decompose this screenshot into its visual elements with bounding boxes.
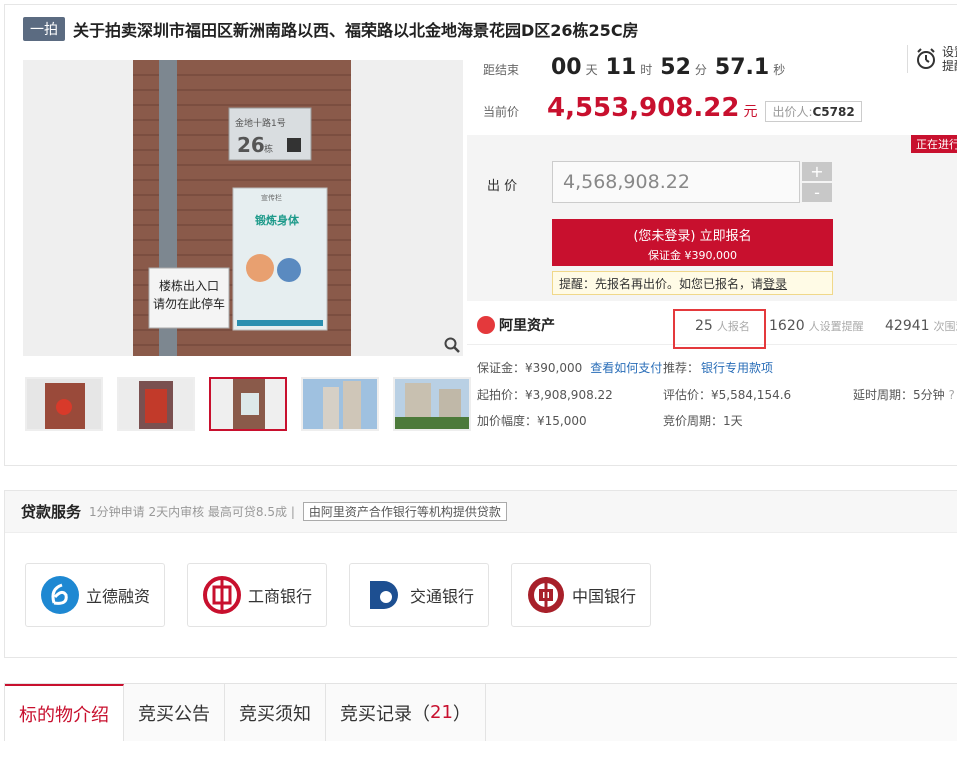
decrease-bid-button[interactable]: - xyxy=(802,183,832,202)
signup-count-highlight xyxy=(673,309,766,349)
svg-text:金地十路1号: 金地十路1号 xyxy=(235,117,286,129)
thumbnail-1[interactable] xyxy=(25,377,103,431)
current-price-row: 当前价 4,553,908.22 元 出价人:C5782 xyxy=(483,93,862,123)
bank-fund-link[interactable]: 银行专用款项 xyxy=(701,361,773,375)
loan-subtitle: 1分钟申请 2天内审核 最高可贷8.5成 | xyxy=(89,505,295,519)
set-reminder-button[interactable]: 设置 提醒 xyxy=(907,45,957,73)
signup-hint: 提醒：先报名再出价。如您已报名，请登录 xyxy=(552,271,833,295)
delay-period: 延时周期：5分钟 ? xyxy=(853,388,955,402)
bank-lide[interactable]: 立德融资 xyxy=(25,563,165,627)
loan-service-section: 贷款服务 1分钟申请 2天内审核 最高可贷8.5成 | 由阿里资产合作银行等机构… xyxy=(4,490,957,658)
countdown-days: 00 xyxy=(551,55,582,80)
bidder-badge: 出价人:C5782 xyxy=(765,101,862,122)
platform-brand: 阿里资产 xyxy=(477,315,555,335)
auction-info-panel: 距结束 00天 11时 52分 57.1秒 设置 提醒 当前价 4,553,90… xyxy=(467,5,957,467)
bank-name: 交通银行 xyxy=(409,587,474,606)
start-price: 起拍价：¥3,908,908.22 xyxy=(477,388,613,402)
tab-auction-notice[interactable]: 竞买公告 xyxy=(124,684,225,741)
reminder-label-1: 设置 xyxy=(942,45,957,59)
tab-auction-rules[interactable]: 竞买须知 xyxy=(225,684,326,741)
minutes-unit: 分 xyxy=(694,63,707,77)
bid-cycle: 竞价周期：1天 xyxy=(663,414,743,428)
main-photo[interactable]: 金地十路1号 26 栋 宣传栏 锻炼身体 楼栋出入口 请勿在此停车 xyxy=(23,60,463,356)
bid-record-count: 21 xyxy=(430,702,453,723)
tab-item-intro[interactable]: 标的物介绍 xyxy=(5,684,124,741)
thumbnail-4[interactable] xyxy=(301,377,379,431)
bocom-logo-icon xyxy=(369,581,398,609)
price-unit: 元 xyxy=(743,104,758,120)
thumbnail-3-active[interactable] xyxy=(209,377,287,431)
bank-boc[interactable]: 中国银行 xyxy=(511,563,651,627)
login-link[interactable]: 登录 xyxy=(763,277,787,291)
icbc-logo-icon xyxy=(202,576,241,614)
bank-icbc[interactable]: 工商银行 xyxy=(187,563,327,627)
auction-round-tag: 一拍 xyxy=(23,17,65,41)
garden-thumbnail-icon xyxy=(395,379,469,429)
thumbnail-2[interactable] xyxy=(117,377,195,431)
bid-area: 正在进行 出 价 + - (您未登录) 立即报名 保证金 ¥390,000 提醒… xyxy=(467,135,957,301)
hours-unit: 时 xyxy=(640,63,653,77)
appraisal-price: 评估价：¥5,584,154.6 xyxy=(663,388,792,402)
help-icon[interactable]: ? xyxy=(948,388,954,402)
bank-name: 工商银行 xyxy=(247,587,312,606)
signup-deposit-label: 保证金 ¥390,000 xyxy=(648,249,737,262)
current-price-value: 4,553,908.22 xyxy=(547,93,740,123)
recommend-info: 推荐： 银行专用款项 xyxy=(663,361,774,375)
signup-button-label: (您未登录) 立即报名 xyxy=(633,229,752,244)
entrance-thumbnail-icon xyxy=(119,379,193,429)
reminder-count: 1620 人设置提醒 xyxy=(769,318,864,334)
reminder-label-2: 提醒 xyxy=(942,59,957,73)
wall-sign-thumbnail-icon xyxy=(211,379,285,429)
svg-text:宣传栏: 宣传栏 xyxy=(261,193,282,202)
alarm-clock-icon xyxy=(917,48,935,69)
thumbnail-strip xyxy=(25,377,471,431)
bank-name: 立德融资 xyxy=(85,587,150,606)
increment: 加价幅度：¥15,000 xyxy=(477,414,587,428)
svg-text:栋: 栋 xyxy=(264,143,273,155)
days-unit: 天 xyxy=(585,63,598,77)
countdown-hours: 11 xyxy=(605,55,637,80)
loan-title: 贷款服务 xyxy=(21,503,82,521)
zoom-icon[interactable] xyxy=(443,336,461,354)
current-price-label: 当前价 xyxy=(483,105,520,119)
ali-assets-logo-icon xyxy=(477,316,495,334)
svg-text:楼栋出入口: 楼栋出入口 xyxy=(159,278,219,293)
thumbnail-5[interactable] xyxy=(393,377,471,431)
bid-label: 出 价 xyxy=(487,179,518,194)
platform-name: 阿里资产 xyxy=(499,318,555,334)
bid-stepper: + - xyxy=(802,162,832,204)
increase-bid-button[interactable]: + xyxy=(802,162,832,181)
auction-card: 一拍 关于拍卖深圳市福田区新洲南路以西、福荣路以北金地海景花园D区26栋25C房… xyxy=(4,4,957,466)
bid-amount-input[interactable] xyxy=(552,161,800,203)
lobby-thumbnail-icon xyxy=(27,379,101,429)
status-badge: 正在进行 xyxy=(911,135,957,153)
tower-thumbnail-icon xyxy=(303,379,377,429)
boc-logo-icon xyxy=(527,577,564,613)
how-to-pay-link[interactable]: 查看如何支付 xyxy=(590,361,662,375)
view-count: 42941次围观 xyxy=(885,318,957,334)
bank-name: 中国银行 xyxy=(571,587,636,606)
deposit-info: 保证金：¥390,000 查看如何支付 xyxy=(477,361,663,375)
bank-list: 立德融资 工商银行 交通银行 中国银行 xyxy=(25,563,651,627)
countdown: 距结束 00 天 11 时 52 分 57.1 秒 xyxy=(483,55,789,80)
svg-text:26: 26 xyxy=(237,133,265,157)
seconds-unit: 秒 xyxy=(773,63,786,77)
signup-button[interactable]: (您未登录) 立即报名 保证金 ¥390,000 xyxy=(552,219,833,266)
building-photo: 金地十路1号 26 栋 宣传栏 锻炼身体 楼栋出入口 请勿在此停车 xyxy=(133,60,351,356)
bank-bocom[interactable]: 交通银行 xyxy=(349,563,489,627)
loan-header: 贷款服务 1分钟申请 2天内审核 最高可贷8.5成 | 由阿里资产合作银行等机构… xyxy=(5,491,957,533)
countdown-label: 距结束 xyxy=(483,63,520,77)
detail-tabs: 标的物介绍 竞买公告 竞买须知 竞买记录（ 21） xyxy=(4,683,957,741)
countdown-minutes: 52 xyxy=(660,55,691,80)
countdown-seconds: 57.1 xyxy=(714,55,770,80)
bidder-id: C5782 xyxy=(812,105,855,119)
auction-stats: 阿里资产 25人报名 1620人设置提醒 42941次围观 xyxy=(467,307,957,349)
lide-logo-icon xyxy=(40,576,79,614)
tab-bid-records[interactable]: 竞买记录（ 21） xyxy=(326,684,486,741)
loan-provider-tag: 由阿里资产合作银行等机构提供贷款 xyxy=(302,502,507,521)
svg-text:锻炼身体: 锻炼身体 xyxy=(255,213,300,227)
svg-text:请勿在此停车: 请勿在此停车 xyxy=(153,296,225,311)
